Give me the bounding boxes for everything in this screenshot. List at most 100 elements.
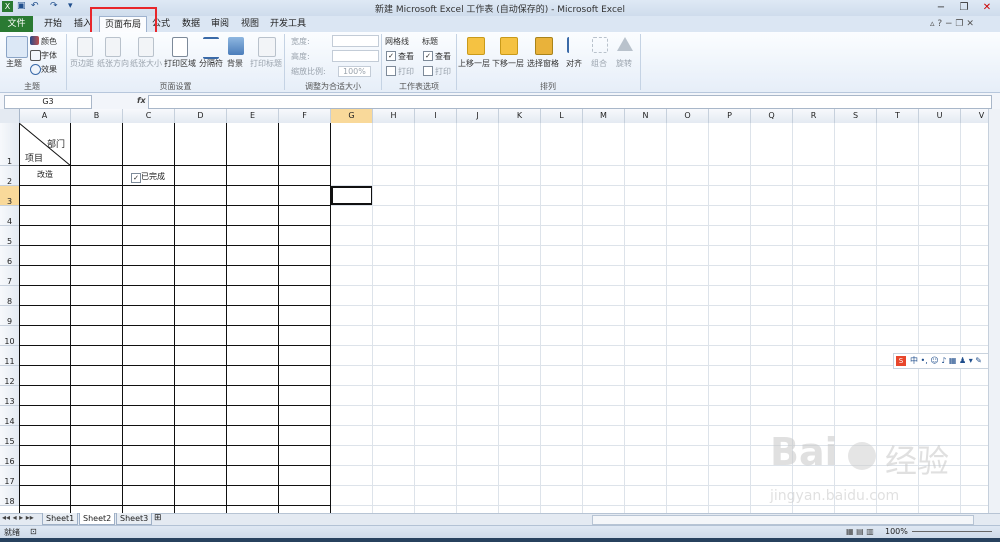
- effects-button[interactable]: 效果: [41, 64, 57, 75]
- breaks-button[interactable]: 分隔符: [199, 58, 223, 69]
- row-header-13[interactable]: 13: [0, 386, 19, 406]
- row-header-9[interactable]: 9: [0, 306, 19, 326]
- zoom-slider[interactable]: [912, 531, 992, 532]
- row-header-4[interactable]: 4: [0, 206, 19, 226]
- column-header-l[interactable]: L: [541, 109, 583, 123]
- tab-file[interactable]: 文件: [0, 16, 33, 32]
- column-header-n[interactable]: N: [625, 109, 667, 123]
- column-header-j[interactable]: J: [457, 109, 499, 123]
- row-header-15[interactable]: 15: [0, 426, 19, 446]
- zoom-level[interactable]: 100%: [885, 527, 908, 536]
- orientation-button[interactable]: 纸张方向: [97, 58, 129, 69]
- sogou-icon[interactable]: S: [896, 356, 906, 366]
- margins-button[interactable]: 页边距: [70, 58, 94, 69]
- vertical-scrollbar[interactable]: [988, 109, 1000, 513]
- column-header-o[interactable]: O: [667, 109, 709, 123]
- view-buttons-icon[interactable]: ▦ ▤ ▥: [846, 527, 874, 536]
- fx-icon[interactable]: fx: [137, 96, 146, 105]
- macro-record-icon[interactable]: ⊡: [30, 527, 37, 536]
- completed-checkbox[interactable]: ✓: [131, 173, 141, 183]
- row-header-18[interactable]: 18: [0, 486, 19, 506]
- ime-tools-icon[interactable]: 中 •, ☺ ♪ ▦ ♟ ▾ ✎: [910, 355, 982, 366]
- row-header-11[interactable]: 11: [0, 346, 19, 366]
- theme-button[interactable]: 主题: [6, 58, 22, 69]
- cell-a2[interactable]: 改造: [19, 169, 71, 180]
- theme-icon[interactable]: [6, 36, 28, 58]
- column-header-m[interactable]: M: [583, 109, 625, 123]
- rotate-button[interactable]: 旋转: [616, 58, 632, 69]
- background-button[interactable]: 背景: [227, 58, 243, 69]
- tab-home[interactable]: 开始: [40, 16, 66, 32]
- row-header-6[interactable]: 6: [0, 246, 19, 266]
- column-header-a[interactable]: A: [19, 109, 71, 123]
- column-header-f[interactable]: F: [279, 109, 331, 123]
- row-header-10[interactable]: 10: [0, 326, 19, 346]
- horizontal-scrollbar[interactable]: [592, 515, 974, 525]
- customize-quick-access-icon[interactable]: ▾: [68, 1, 73, 14]
- column-header-t[interactable]: T: [877, 109, 919, 123]
- send-backward-button[interactable]: 下移一层: [492, 58, 524, 69]
- row-header-12[interactable]: 12: [0, 366, 19, 386]
- align-button[interactable]: 对齐: [566, 58, 582, 69]
- row-header-3[interactable]: 3: [0, 186, 19, 206]
- column-header-i[interactable]: I: [415, 109, 457, 123]
- fonts-button[interactable]: 字体: [41, 50, 57, 61]
- column-header-k[interactable]: K: [499, 109, 541, 123]
- column-header-p[interactable]: P: [709, 109, 751, 123]
- row-header-7[interactable]: 7: [0, 266, 19, 286]
- select-all-button[interactable]: [0, 109, 20, 123]
- row-header-14[interactable]: 14: [0, 406, 19, 426]
- sheet-nav-arrows-icon[interactable]: ◂◂ ◂ ▸ ▸▸: [2, 513, 34, 522]
- ribbon-right-icons[interactable]: ▵ ? − ❐ ✕: [930, 19, 974, 29]
- column-header-c[interactable]: C: [123, 109, 175, 123]
- restore-button[interactable]: ❐: [953, 0, 975, 16]
- headings-print-checkbox[interactable]: [423, 66, 433, 76]
- print-area-button[interactable]: 打印区域: [164, 58, 196, 69]
- minimize-button[interactable]: −: [930, 0, 952, 16]
- column-header-q[interactable]: Q: [751, 109, 793, 123]
- tab-data[interactable]: 数据: [178, 16, 204, 32]
- formula-input[interactable]: [148, 95, 992, 109]
- sheet-tab-1[interactable]: Sheet1: [42, 513, 79, 525]
- column-header-u[interactable]: U: [919, 109, 961, 123]
- sheet-tab-2[interactable]: Sheet2: [79, 513, 116, 525]
- row-header-2[interactable]: 2: [0, 166, 19, 186]
- row-header-5[interactable]: 5: [0, 226, 19, 246]
- scale-height-select[interactable]: [332, 50, 379, 62]
- row-header-16[interactable]: 16: [0, 446, 19, 466]
- undo-icon[interactable]: ↶: [31, 1, 39, 14]
- bring-forward-button[interactable]: 上移一层: [458, 58, 490, 69]
- column-header-e[interactable]: E: [227, 109, 279, 123]
- scale-percent-label: 缩放比例:: [291, 67, 326, 76]
- column-header-r[interactable]: R: [793, 109, 835, 123]
- column-header-h[interactable]: H: [373, 109, 415, 123]
- close-button[interactable]: ✕: [976, 0, 998, 16]
- column-header-g[interactable]: G: [331, 109, 373, 123]
- gridlines-print-checkbox[interactable]: [386, 66, 396, 76]
- row-header-8[interactable]: 8: [0, 286, 19, 306]
- column-header-s[interactable]: S: [835, 109, 877, 123]
- sheet-tab-3[interactable]: Sheet3: [116, 513, 153, 525]
- column-header-b[interactable]: B: [71, 109, 123, 123]
- group-button[interactable]: 组合: [591, 58, 607, 69]
- row-header-17[interactable]: 17: [0, 466, 19, 486]
- print-titles-button[interactable]: 打印标题: [250, 58, 282, 69]
- column-header-d[interactable]: D: [175, 109, 227, 123]
- colors-button[interactable]: 颜色: [41, 36, 57, 47]
- ime-toolbar[interactable]: S 中 •, ☺ ♪ ▦ ♟ ▾ ✎: [893, 353, 1000, 369]
- headings-view-checkbox[interactable]: ✓: [423, 51, 433, 61]
- gridlines-view-checkbox[interactable]: ✓: [386, 51, 396, 61]
- redo-icon[interactable]: ↷: [50, 1, 58, 14]
- row-header-1[interactable]: 1: [0, 123, 19, 166]
- name-box[interactable]: G3: [4, 95, 92, 109]
- tab-developer[interactable]: 开发工具: [268, 16, 308, 32]
- scale-width-select[interactable]: [332, 35, 379, 47]
- tab-view[interactable]: 视图: [237, 16, 263, 32]
- tab-review[interactable]: 审阅: [207, 16, 233, 32]
- scale-percent-input[interactable]: 100%: [338, 66, 371, 77]
- selection-pane-button[interactable]: 选择窗格: [527, 58, 559, 69]
- insert-sheet-icon[interactable]: ⊞: [154, 513, 162, 523]
- active-cell-selection[interactable]: [331, 186, 373, 205]
- size-button[interactable]: 纸张大小: [130, 58, 162, 69]
- save-icon[interactable]: ▣: [17, 1, 26, 14]
